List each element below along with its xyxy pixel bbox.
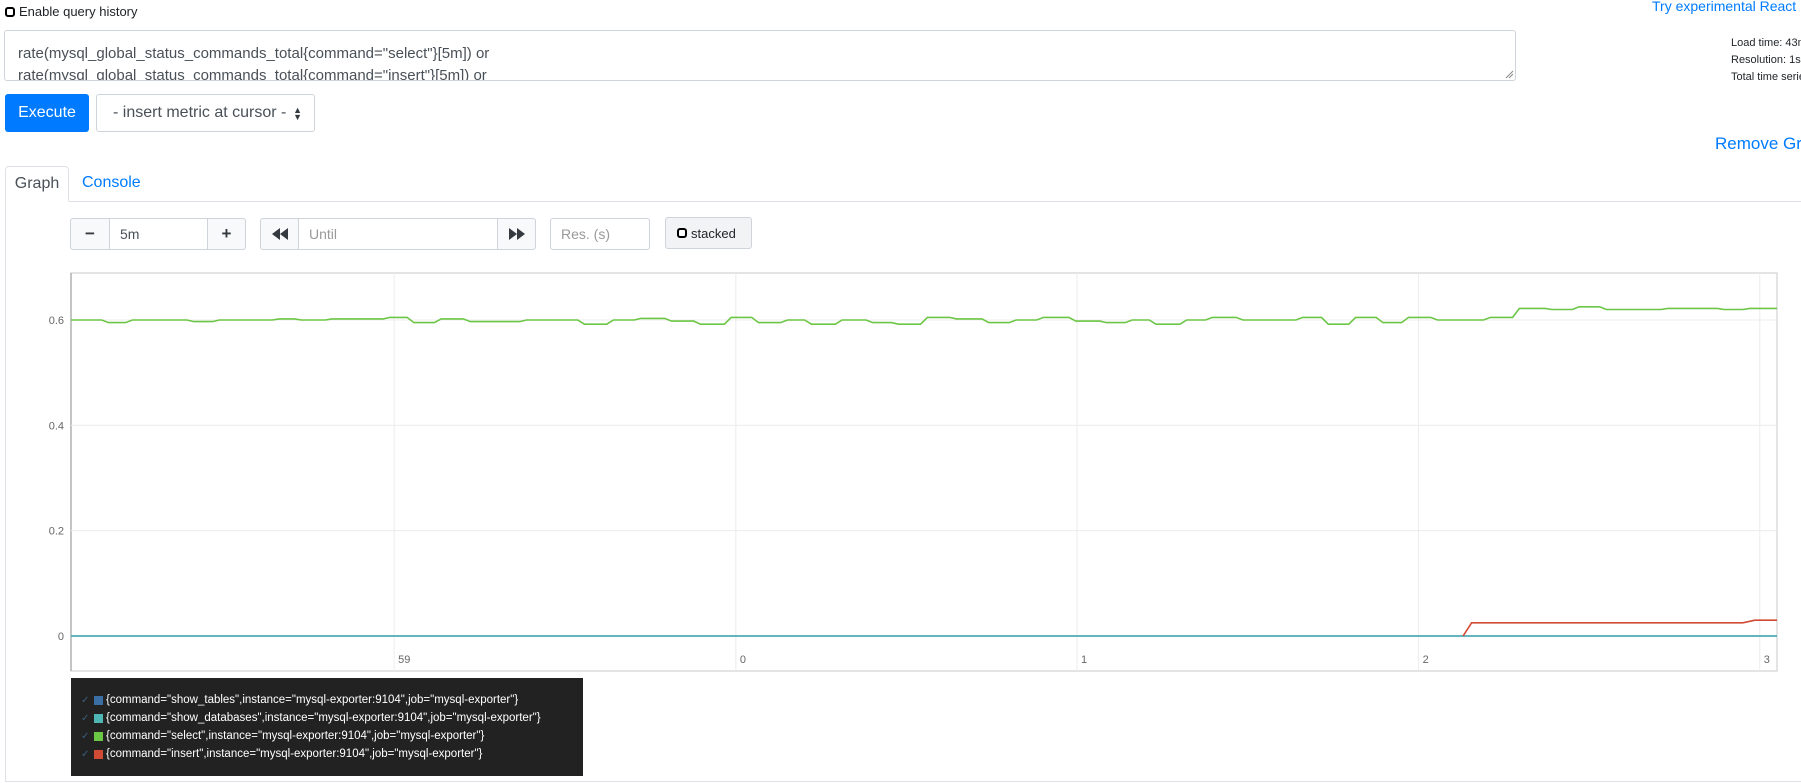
- select-arrows-icon: ▲ ▼: [293, 105, 302, 122]
- x-tick-label: 2: [1423, 654, 1429, 666]
- check-icon: ✓: [81, 694, 90, 706]
- legend-item[interactable]: ✓ {command="show_databases",instance="mys…: [81, 709, 583, 727]
- load-time-text: Load time: 43m: [1731, 37, 1801, 49]
- plot-frame: [70, 272, 1778, 672]
- legend-swatch: [94, 713, 103, 723]
- decrease-range-button[interactable]: −: [70, 218, 110, 250]
- query-history-checkbox[interactable]: [5, 6, 15, 17]
- x-tick-label: 59: [398, 654, 410, 666]
- check-icon: ✓: [81, 730, 90, 742]
- legend-label: {command="show_tables",instance="mysql-e…: [106, 694, 519, 706]
- increase-range-button[interactable]: +: [207, 218, 246, 250]
- legend-label: {command="show_databases",instance="mysq…: [106, 712, 541, 724]
- y-tick-label: 0: [58, 631, 64, 643]
- panel-border-bottom: [5, 781, 1801, 782]
- range-input[interactable]: 5m: [109, 218, 208, 250]
- step-back-button[interactable]: [260, 218, 299, 250]
- legend-label: {command="select",instance="mysql-export…: [106, 730, 485, 742]
- query-history-toggle[interactable]: Enable query history: [5, 4, 138, 19]
- query-history-label: Enable query history: [19, 4, 138, 19]
- legend-swatch: [94, 695, 103, 705]
- insert-metric-select[interactable]: - insert metric at cursor - ▲ ▼: [96, 94, 315, 132]
- check-icon: ✓: [81, 712, 90, 724]
- legend-swatch: [94, 731, 103, 741]
- x-tick-label: 1: [1081, 654, 1087, 666]
- y-tick-label: 0.6: [49, 315, 64, 327]
- y-tick-label: 0.4: [49, 420, 64, 432]
- expression-input[interactable]: rate(mysql_global_status_commands_total{…: [4, 30, 1516, 81]
- remove-graph-link[interactable]: Remove Gra: [1715, 134, 1801, 154]
- tab-console[interactable]: Console: [82, 174, 141, 192]
- insert-metric-select-label: - insert metric at cursor -: [113, 104, 287, 121]
- tab-divider: [5, 201, 1801, 202]
- legend-item[interactable]: ✓ {command="select",instance="mysql-expor…: [81, 727, 583, 745]
- resize-handle-icon[interactable]: [1505, 70, 1514, 79]
- try-react-ui-link[interactable]: Try experimental React: [1652, 0, 1796, 14]
- resolution-placeholder: Res. (s): [561, 226, 610, 242]
- fast-forward-icon: [508, 228, 525, 240]
- check-icon: ✓: [81, 748, 90, 760]
- graph-legend: ✓ {command="show_tables",instance="mysql-…: [71, 678, 583, 776]
- resolution-input[interactable]: Res. (s): [550, 218, 650, 250]
- resolution-text: Resolution: 1s: [1731, 54, 1801, 66]
- stacked-checkbox[interactable]: [677, 228, 687, 238]
- tab-graph[interactable]: Graph: [5, 166, 69, 202]
- legend-item[interactable]: ✓ {command="insert",instance="mysql-expor…: [81, 745, 583, 763]
- rewind-icon: [271, 228, 288, 240]
- stacked-toggle[interactable]: stacked: [665, 217, 752, 249]
- x-tick-label: 0: [740, 654, 746, 666]
- step-forward-button[interactable]: [497, 218, 536, 250]
- total-series-text: Total time serie: [1731, 71, 1801, 83]
- until-placeholder: Until: [309, 226, 338, 242]
- legend-swatch: [94, 749, 103, 759]
- execute-button[interactable]: Execute: [5, 94, 89, 132]
- stacked-label: stacked: [691, 225, 736, 241]
- graph-canvas[interactable]: 0 0.2 0.4 0.6 59 0 1 2 3: [0, 265, 1801, 675]
- legend-item[interactable]: ✓ {command="show_tables",instance="mysql-…: [81, 691, 583, 709]
- y-tick-label: 0.2: [49, 526, 64, 538]
- until-input[interactable]: Until: [298, 218, 498, 250]
- x-tick-label: 3: [1764, 654, 1770, 666]
- query-stats: Load time: 43m Resolution: 1s Total time…: [1731, 35, 1801, 86]
- legend-label: {command="insert",instance="mysql-export…: [106, 748, 483, 760]
